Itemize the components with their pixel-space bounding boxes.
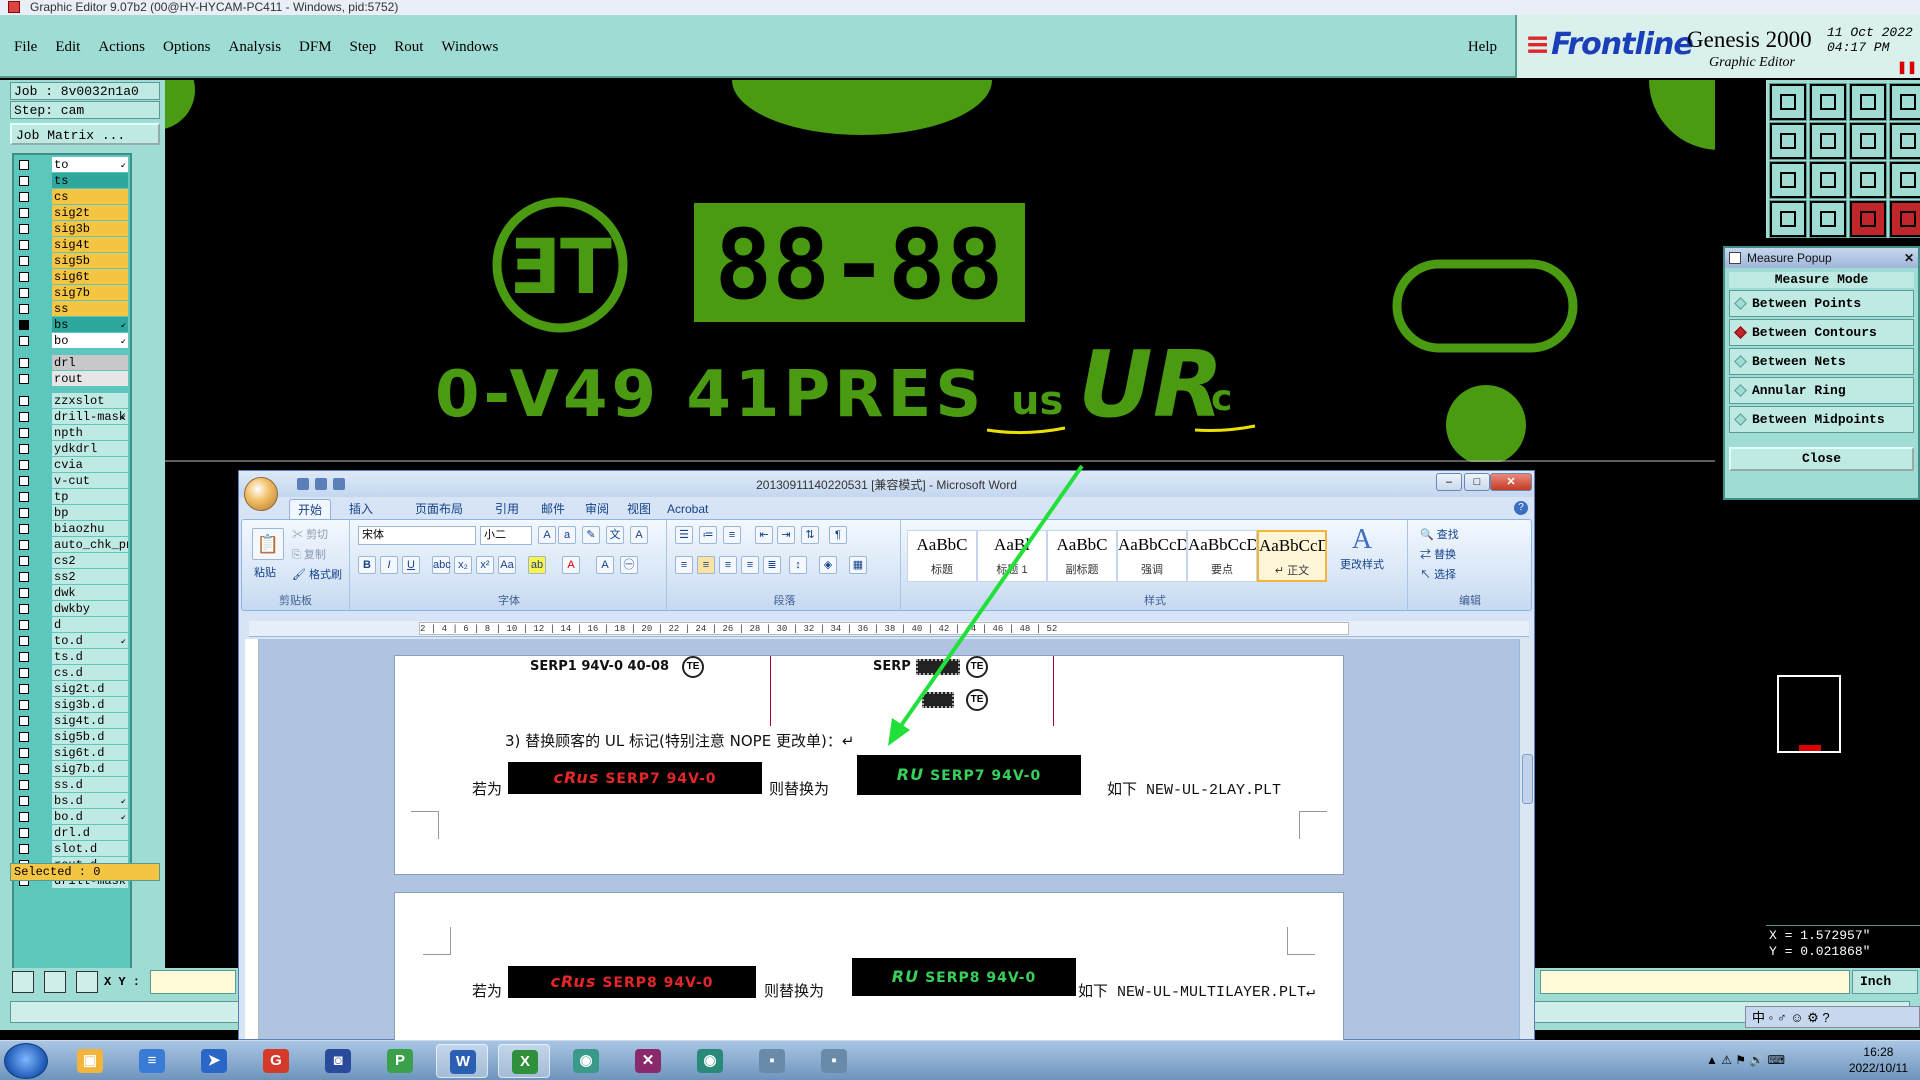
taskbar-notepad[interactable]: ≡ [126,1044,178,1078]
office-button-icon[interactable] [244,477,278,511]
system-tray: ▲ ⚠ ⚑ 🔊 ⌨ 16:28 2022/10/11 [1700,1041,1920,1080]
folder-icon: ▣ [77,1049,103,1073]
eye-app-2-icon: ◉ [697,1049,723,1073]
word-icon: W [450,1050,476,1074]
save-app-icon: ◙ [325,1049,351,1073]
app-12-icon: ▪ [759,1049,785,1073]
app-13-icon: ▪ [821,1049,847,1073]
g-app-icon: G [263,1049,289,1073]
taskbar-save-app[interactable]: ◙ [312,1044,364,1078]
taskbar-arrow-app[interactable]: ➤ [188,1044,240,1078]
p-app-icon: P [387,1049,413,1073]
clock-date: 2022/10/11 [1848,1061,1908,1075]
taskbar-folder[interactable]: ▣ [64,1044,116,1078]
clock[interactable]: 16:28 2022/10/11 [1849,1044,1908,1076]
taskbar-app-13[interactable]: ▪ [808,1044,860,1078]
taskbar-p-app[interactable]: P [374,1044,426,1078]
annotation-arrow-head [888,718,910,746]
taskbar-word[interactable]: W [436,1044,488,1078]
taskbar-cross-app[interactable]: ✕ [622,1044,674,1078]
taskbar-excel[interactable]: X [498,1044,550,1078]
eye-app-icon: ◉ [573,1049,599,1073]
notepad-icon: ≡ [139,1049,165,1073]
taskbar-eye-app-2[interactable]: ◉ [684,1044,736,1078]
annotation-arrow-layer [888,464,1084,746]
start-button[interactable] [4,1043,48,1079]
clock-time: 16:28 [1863,1045,1894,1059]
excel-icon: X [512,1050,538,1074]
arrow-app-icon: ➤ [201,1049,227,1073]
taskbar: ▣ ≡ ➤ G ◙ P W X ◉ ✕ ◉ ▪ ▪ ▲ ⚠ ⚑ 🔊 ⌨ 16:28 2022/10/11 [0,1040,1920,1080]
cross-app-icon: ✕ [635,1049,661,1073]
desktop: Graphic Editor 9.07b2 (00@HY-HYCAM-PC411… [0,0,1920,1080]
taskbar-g-app[interactable]: G [250,1044,302,1078]
tray-icons[interactable]: ▲ ⚠ ⚑ 🔊 ⌨ [1706,1053,1785,1067]
annotation-arrow-line [896,464,1084,732]
taskbar-eye-app[interactable]: ◉ [560,1044,612,1078]
taskbar-app-12[interactable]: ▪ [746,1044,798,1078]
